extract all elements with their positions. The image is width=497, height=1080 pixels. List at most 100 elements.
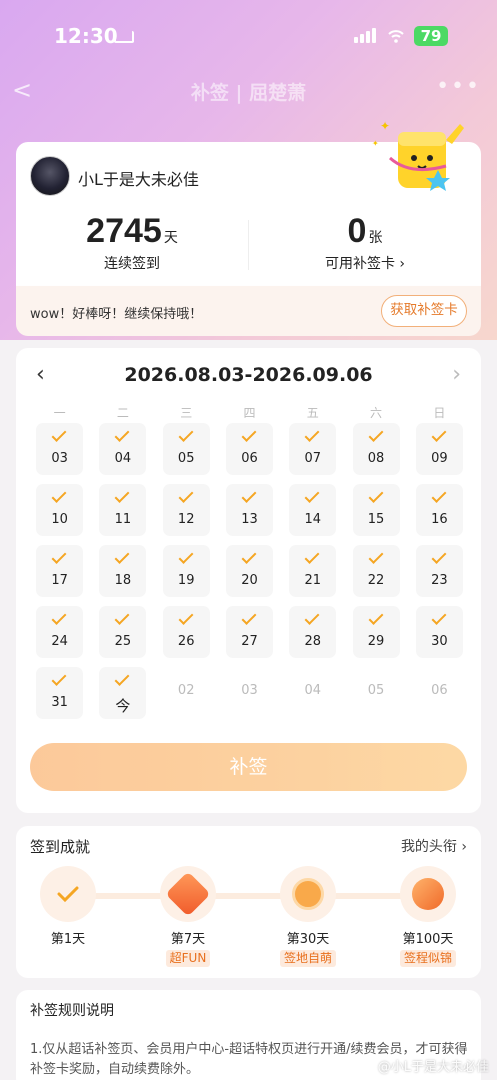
day-number: 04 — [304, 683, 322, 698]
day-number: 07 — [304, 451, 322, 466]
cellular-signal-icon — [354, 28, 376, 43]
achievement-badge — [280, 866, 336, 922]
calendar-day[interactable]: 09 — [415, 423, 463, 475]
calendar-day[interactable]: 23 — [415, 545, 463, 597]
next-period-button[interactable]: › — [452, 362, 461, 387]
achievement-label: 第30天 — [286, 932, 330, 947]
checkmark-icon — [241, 549, 257, 564]
calendar-day[interactable]: 18 — [99, 545, 147, 597]
day-number: 21 — [304, 573, 322, 588]
calendar-day[interactable]: 05 — [162, 423, 210, 475]
encourage-bar: wow！好棒呀！继续保持哦！ 获取补签卡 — [16, 286, 481, 336]
day-number: 04 — [114, 451, 132, 466]
streak-label: 连续签到 — [104, 256, 160, 272]
mascot-illustration: ✦ ✦ — [372, 119, 464, 191]
day-number: 02 — [177, 683, 195, 698]
calendar-day[interactable]: 20 — [225, 545, 273, 597]
checkin-calendar-card: ‹ 2026.08.03-2026.09.06 › 一二三四五六日 03 04 05… — [16, 348, 481, 813]
watermark: @小L于是大未必佳 — [377, 1060, 489, 1075]
calendar-day[interactable]: 25 — [99, 606, 147, 658]
thirty-days-badge-icon — [292, 878, 324, 910]
calendar-grid: 03 04 05 06 07 08 09 10 11 12 13 14 15 16 17 18 19 20 21 22… — [28, 423, 471, 719]
calendar-day[interactable]: 13 — [225, 484, 273, 536]
streak-unit: 天 — [163, 230, 178, 246]
calendar-day[interactable]: 26 — [162, 606, 210, 658]
day-number: 14 — [304, 512, 322, 527]
checkmark-icon — [178, 549, 194, 564]
checkmark-icon — [241, 427, 257, 442]
day-number: 06 — [241, 451, 258, 466]
get-makeup-card-button[interactable]: 获取补签卡 — [381, 295, 467, 327]
achievement-day-30[interactable]: 第30天 签地自萌 — [278, 866, 338, 967]
achievement-label: 第7天 — [170, 932, 206, 947]
achievement-tag: 签地自萌 — [279, 950, 336, 967]
calendar-day[interactable]: 28 — [289, 606, 337, 658]
streak-stat: 2745 天 连续签到 — [16, 212, 248, 273]
calendar-day[interactable]: 29 — [352, 606, 400, 658]
achievement-tag: 超FUN — [165, 950, 211, 967]
day-number: 23 — [431, 573, 448, 588]
calendar-day[interactable]: 05 — [353, 667, 400, 719]
battery-icon: 79 — [414, 26, 448, 46]
calendar-day[interactable]: 15 — [352, 484, 400, 536]
day-number: 31 — [51, 695, 68, 710]
calendar-day[interactable]: 03 — [36, 423, 84, 475]
check-icon — [57, 886, 79, 903]
streak-count: 2745 — [86, 212, 162, 250]
day-number: 29 — [367, 634, 385, 649]
achievement-label: 第100天 — [402, 932, 454, 947]
achievement-day-100[interactable]: 第100天 签程似锦 — [398, 866, 458, 967]
achievements-card: 签到成就 我的头衔 › 第1天 第7天 超FUN 第30天 签地自萌 第100天… — [16, 826, 481, 978]
calendar-day[interactable]: 06 — [225, 423, 273, 475]
calendar-day[interactable]: 16 — [415, 484, 463, 536]
calendar-day[interactable]: 27 — [225, 606, 273, 658]
avatar[interactable] — [30, 156, 70, 196]
calendar-day[interactable]: 21 — [289, 545, 337, 597]
calendar-day[interactable]: 11 — [99, 484, 147, 536]
achievement-day-1[interactable]: 第1天 — [38, 866, 98, 947]
makeup-checkin-button[interactable]: 补签 — [30, 743, 467, 791]
calendar-day[interactable]: 22 — [352, 545, 400, 597]
calendar-day[interactable]: 12 — [162, 484, 210, 536]
encourage-text: wow！好棒呀！继续保持哦！ — [30, 307, 203, 322]
calendar-day[interactable]: 14 — [289, 484, 337, 536]
achievement-label: 第1天 — [50, 932, 86, 947]
makeup-card-stat[interactable]: 0张 可用补签卡 › — [249, 212, 481, 273]
calendar-day[interactable]: 06 — [416, 667, 463, 719]
calendar-day[interactable]: 08 — [352, 423, 400, 475]
calendar-day[interactable]: 04 — [99, 423, 147, 475]
calendar-day[interactable]: 02 — [163, 667, 210, 719]
calendar-day[interactable]: 30 — [415, 606, 463, 658]
makeup-card-count: 0 — [347, 212, 367, 250]
hundred-days-badge-icon — [412, 878, 444, 910]
svg-text:✦: ✦ — [372, 139, 379, 148]
checkmark-icon — [368, 549, 383, 564]
checkmark-icon — [178, 427, 194, 442]
day-number: 18 — [114, 573, 132, 588]
page-title: 补签 | 屈楚萧 — [190, 82, 307, 104]
calendar-day[interactable]: 03 — [226, 667, 273, 719]
checkmark-icon — [114, 610, 130, 625]
checkmark-icon — [114, 549, 130, 564]
achievement-day-7[interactable]: 第7天 超FUN — [158, 866, 218, 967]
calendar-day[interactable]: 17 — [36, 545, 84, 597]
calendar-day[interactable]: 07 — [289, 423, 337, 475]
weekday-header: 一二三四五六日 — [28, 404, 471, 421]
weekday-label: 三 — [180, 406, 193, 420]
checkmark-icon — [178, 488, 194, 503]
nav-bar: < 补签 | 屈楚萧 ••• — [0, 72, 497, 106]
checkmark-icon — [304, 549, 320, 564]
calendar-day-today[interactable]: 今 — [99, 667, 147, 719]
weekday-label: 一 — [53, 406, 66, 420]
calendar-day[interactable]: 19 — [162, 545, 210, 597]
calendar-day[interactable]: 31 — [36, 667, 84, 719]
user-stats-card: 小L于是大未必佳 ✦ ✦ 2745 天 连续签到 0张 可用补签卡 › wow！好… — [16, 119, 481, 336]
calendar-day[interactable]: 24 — [36, 606, 84, 658]
more-options-button[interactable]: ••• — [436, 74, 481, 99]
my-titles-link[interactable]: 我的头衔 › — [401, 836, 467, 856]
calendar-day[interactable]: 04 — [289, 667, 336, 719]
checkmark-icon — [51, 427, 67, 442]
checkmark-icon — [114, 427, 130, 442]
calendar-day[interactable]: 10 — [36, 484, 84, 536]
makeup-card-label: 可用补签卡 › — [324, 256, 406, 272]
